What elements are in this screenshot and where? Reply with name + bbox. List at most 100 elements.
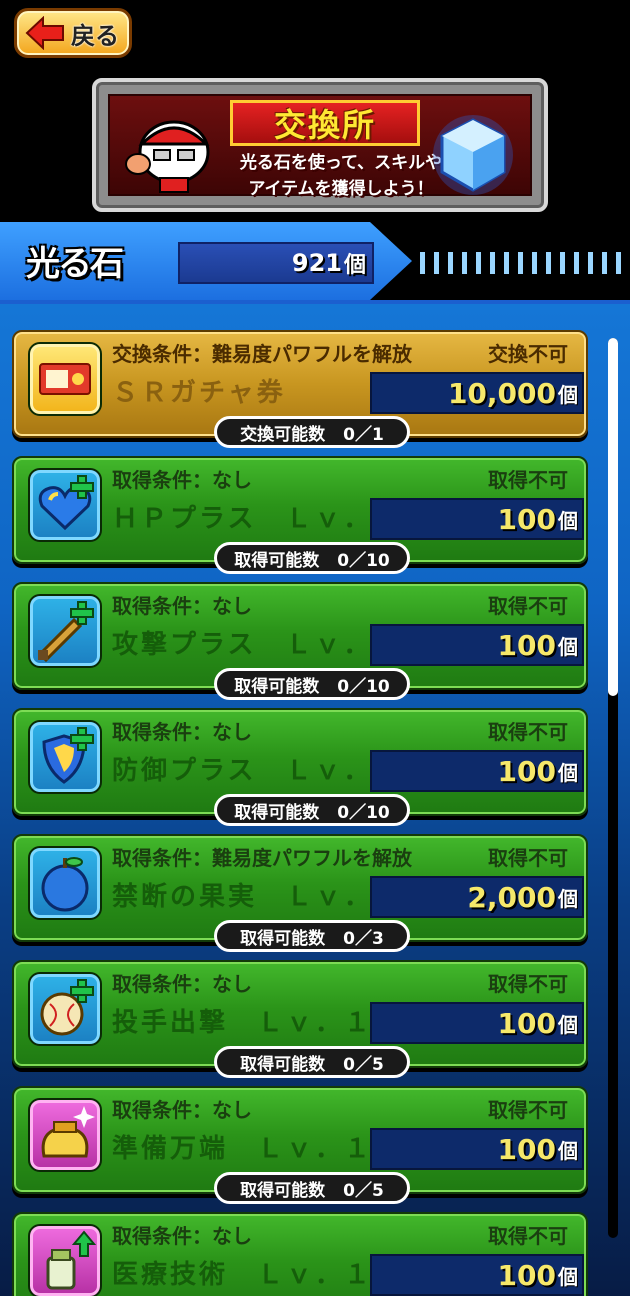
item-condition: 取得条件：なし: [112, 1098, 252, 1122]
item-name: ＨＰプラス Ｌｖ．１: [112, 504, 402, 534]
shield-plus-icon: [42, 727, 94, 784]
mascot-icon: [125, 120, 210, 193]
item-price: 100: [497, 1132, 556, 1166]
item-price-unit: 個: [558, 634, 578, 659]
baseball-plus-icon: [40, 979, 94, 1036]
item-count-pill: 取得可能数 0／10: [214, 668, 410, 700]
item-price-unit: 個: [558, 1012, 578, 1037]
item-icon-box: [28, 846, 102, 920]
item-price-box: 100 個: [370, 1254, 584, 1296]
item-icon-box: [28, 1224, 102, 1296]
item-name: 投手出撃 Ｌｖ．１: [112, 1008, 374, 1038]
item-icon-box: [28, 972, 102, 1046]
item-price: 100: [497, 502, 556, 536]
item-count-pill: 取得可能数 0／5: [214, 1172, 410, 1204]
item-price-box: 100 個: [370, 498, 584, 540]
back-button[interactable]: 戻る: [14, 8, 132, 58]
item-count-label: 取得可能数: [240, 928, 326, 949]
exchange-item-4[interactable]: 取得条件：難易度パワフルを解放 取得不可 禁断の果実 Ｌｖ．１ 2,000 個 …: [12, 834, 588, 952]
item-count-value: 0／10: [337, 550, 390, 571]
bag-sparkle-icon: [41, 1106, 95, 1158]
item-price: 100: [497, 628, 556, 662]
sword-plus-icon: [37, 601, 94, 663]
item-name: 防御プラス Ｌｖ．１: [112, 756, 402, 786]
item-icon-box: [28, 1098, 102, 1172]
gacha-ticket-icon: [39, 363, 91, 395]
item-count-pill: 取得可能数 0／10: [214, 794, 410, 826]
item-count-value: 0／1: [343, 424, 384, 445]
item-status: 取得不可: [488, 1098, 568, 1122]
item-count-pill: 取得可能数 0／3: [214, 920, 410, 952]
item-price: 100: [497, 1006, 556, 1040]
exchange-item-5[interactable]: 取得条件：なし 取得不可 投手出撃 Ｌｖ．１ 100 個 取得可能数 0／5: [12, 960, 588, 1078]
item-name: 準備万端 Ｌｖ．１: [112, 1134, 374, 1164]
item-price-box: 10,000 個: [370, 372, 584, 414]
item-status: 取得不可: [488, 468, 568, 492]
item-count-label: 取得可能数: [234, 676, 320, 697]
exchange-item-1[interactable]: 取得条件：なし 取得不可 ＨＰプラス Ｌｖ．１ 100 個 取得可能数 0／10: [12, 456, 588, 574]
chevron-decoration: [416, 252, 630, 274]
back-arrow-icon: [25, 16, 64, 50]
exchange-item-6[interactable]: 取得条件：なし 取得不可 準備万端 Ｌｖ．１ 100 個 取得可能数 0／5: [12, 1086, 588, 1204]
item-price: 100: [497, 754, 556, 788]
item-count-value: 0／10: [337, 676, 390, 697]
item-status: 交換不可: [488, 342, 568, 366]
item-count-pill: 取得可能数 0／5: [214, 1046, 410, 1078]
item-price-box: 100 個: [370, 1002, 584, 1044]
item-status: 取得不可: [488, 720, 568, 744]
item-count-label: 取得可能数: [234, 550, 320, 571]
item-condition: 取得条件：なし: [112, 972, 252, 996]
currency-bar: 光る石 921 個: [0, 222, 630, 304]
item-price-unit: 個: [558, 508, 578, 533]
item-price-box: 100 個: [370, 750, 584, 792]
back-label: 戻る: [71, 21, 119, 50]
item-status: 取得不可: [488, 594, 568, 618]
item-price: 10,000: [447, 376, 556, 410]
item-condition: 交換条件：難易度パワフルを解放: [112, 342, 412, 366]
item-price-unit: 個: [558, 382, 578, 407]
item-price-unit: 個: [558, 760, 578, 785]
item-price-box: 100 個: [370, 624, 584, 666]
item-price-unit: 個: [558, 1138, 578, 1163]
exchange-item-0[interactable]: 交換条件：難易度パワフルを解放 交換不可 ＳＲガチャ券 10,000 個 交換可…: [12, 330, 588, 448]
currency-label: 光る石: [26, 244, 124, 284]
item-icon-box: [28, 468, 102, 542]
item-price-box: 2,000 個: [370, 876, 584, 918]
item-count-value: 0／5: [343, 1180, 384, 1201]
item-price-unit: 個: [558, 886, 578, 911]
item-count-label: 交換可能数: [240, 424, 326, 445]
currency-unit: 個: [343, 253, 366, 278]
medicine-bottle-icon: [46, 1230, 97, 1290]
item-name: 禁断の果実 Ｌｖ．１: [112, 882, 403, 912]
item-name: 攻撃プラス Ｌｖ．１: [112, 630, 402, 660]
item-condition: 取得条件：なし: [112, 594, 252, 618]
glowing-stone-icon: [433, 115, 513, 195]
item-count-label: 取得可能数: [240, 1054, 326, 1075]
exchange-item-3[interactable]: 取得条件：なし 取得不可 防御プラス Ｌｖ．１ 100 個 取得可能数 0／10: [12, 708, 588, 826]
item-count-value: 0／5: [343, 1054, 384, 1075]
exchange-item-2[interactable]: 取得条件：なし 取得不可 攻撃プラス Ｌｖ．１ 100 個 取得可能数 0／10: [12, 582, 588, 700]
item-price: 2,000: [467, 880, 556, 914]
item-count-label: 取得可能数: [234, 802, 320, 823]
item-status: 取得不可: [488, 1224, 568, 1248]
item-count-label: 取得可能数: [240, 1180, 326, 1201]
item-count-value: 0／3: [343, 928, 384, 949]
item-name: 医療技術 Ｌｖ．１: [112, 1260, 374, 1290]
item-icon-box: [28, 594, 102, 668]
currency-box: 921 個: [178, 242, 374, 284]
exchange-item-7[interactable]: 取得条件：なし 取得不可 医療技術 Ｌｖ．１ 100 個: [12, 1212, 588, 1296]
item-icon-box: [28, 720, 102, 794]
item-price-unit: 個: [558, 1264, 578, 1289]
item-condition: 取得条件：なし: [112, 1224, 252, 1248]
heart-plus-icon: [38, 475, 94, 531]
scrollbar-thumb[interactable]: [608, 338, 618, 696]
exchange-list[interactable]: 交換条件：難易度パワフルを解放 交換不可 ＳＲガチャ券 10,000 個 交換可…: [0, 304, 630, 1296]
item-price: 100: [497, 1258, 556, 1292]
currency-value: 921: [291, 249, 342, 277]
exchange-banner: 交換所 光る石を使って、スキルや アイテムを獲得しよう！: [92, 78, 548, 212]
item-count-pill: 交換可能数 0／1: [214, 416, 410, 448]
item-condition: 取得条件：難易度パワフルを解放: [112, 846, 412, 870]
banner-title: 交換所: [230, 100, 420, 146]
item-status: 取得不可: [488, 846, 568, 870]
item-price-box: 100 個: [370, 1128, 584, 1170]
